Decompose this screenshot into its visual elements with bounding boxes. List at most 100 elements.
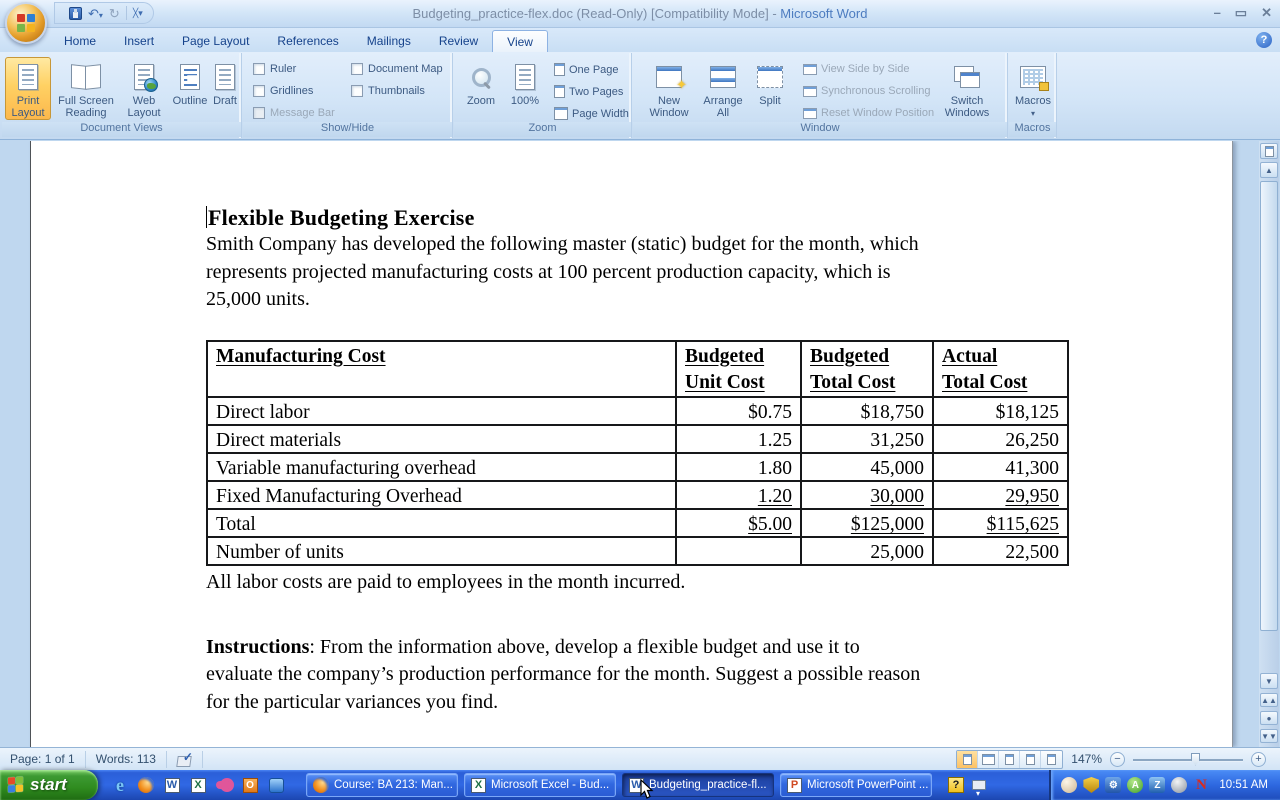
synchronous-scrolling-button: Synchronous Scrolling bbox=[803, 85, 930, 97]
vertical-scrollbar[interactable]: ▲ ▼ ▲▲ ● ▼▼ bbox=[1259, 141, 1279, 747]
scroll-down-button[interactable]: ▼ bbox=[1260, 673, 1278, 689]
print-layout-icon bbox=[18, 64, 38, 90]
group-label-window[interactable]: Window bbox=[633, 122, 1007, 137]
taskbar-button-firefox[interactable]: Course: BA 213: Man... bbox=[306, 773, 458, 797]
taskbar-button-powerpoint[interactable]: P Microsoft PowerPoint ... bbox=[780, 773, 932, 797]
printer-tray-icon[interactable] bbox=[972, 780, 986, 790]
next-page-button[interactable]: ▼▼ bbox=[1260, 729, 1278, 743]
tab-mailings[interactable]: Mailings bbox=[353, 30, 425, 52]
page-width-icon bbox=[554, 107, 568, 120]
one-page-button[interactable]: One Page bbox=[554, 63, 619, 76]
page-width-button[interactable]: Page Width bbox=[554, 107, 629, 120]
ruler-toggle-icon bbox=[1265, 146, 1274, 157]
draft-button[interactable]: Draft bbox=[208, 57, 242, 108]
tab-view[interactable]: View bbox=[492, 30, 548, 52]
tray-app-icon-2[interactable] bbox=[1171, 777, 1187, 793]
split-button[interactable]: Split bbox=[751, 57, 789, 108]
shield-icon[interactable] bbox=[1083, 777, 1099, 793]
status-full-screen-button[interactable] bbox=[978, 751, 999, 768]
proofing-status[interactable] bbox=[167, 751, 203, 768]
word-icon[interactable]: W bbox=[162, 775, 182, 795]
zoom-out-button[interactable]: − bbox=[1110, 752, 1125, 767]
office-button[interactable] bbox=[5, 2, 47, 44]
outlook-icon[interactable]: O bbox=[240, 775, 260, 795]
document-map-checkbox-icon bbox=[351, 63, 363, 75]
zoom-100-button[interactable]: 100% bbox=[504, 57, 546, 108]
antivirus-icon[interactable]: A bbox=[1127, 777, 1143, 793]
status-outline-button[interactable] bbox=[1020, 751, 1041, 768]
redo-icon[interactable]: ↻ bbox=[109, 7, 120, 20]
tab-page-layout[interactable]: Page Layout bbox=[168, 30, 263, 52]
zoom-level[interactable]: 147% bbox=[1071, 752, 1102, 766]
zoom-in-button[interactable]: + bbox=[1251, 752, 1266, 767]
scroll-up-button[interactable]: ▲ bbox=[1260, 162, 1278, 178]
previous-page-button[interactable]: ▲▲ bbox=[1260, 693, 1278, 707]
zoom-slider[interactable] bbox=[1133, 752, 1243, 767]
macros-button[interactable]: Macros ▾ bbox=[1011, 57, 1055, 121]
document-page[interactable]: Flexible Budgeting Exercise Smith Compan… bbox=[30, 141, 1233, 747]
save-icon[interactable] bbox=[69, 7, 82, 20]
arrange-all-button[interactable]: Arrange All bbox=[697, 57, 749, 120]
firefox-icon[interactable] bbox=[136, 775, 156, 795]
group-label-document-views[interactable]: Document Views bbox=[2, 122, 241, 137]
select-browse-object-button[interactable]: ● bbox=[1260, 711, 1278, 725]
quick-access-toolbar: ↶▾ ↻ ╳▾ bbox=[54, 2, 154, 24]
full-screen-reading-button[interactable]: Full Screen Reading bbox=[53, 57, 119, 120]
page-indicator[interactable]: Page: 1 of 1 bbox=[0, 751, 86, 768]
web-layout-icon bbox=[134, 64, 154, 90]
taskbar-button-word-active[interactable]: W Budgeting_practice-fl... bbox=[622, 773, 774, 797]
new-window-icon: ✦ bbox=[656, 66, 682, 88]
gridlines-checkbox[interactable]: Gridlines bbox=[253, 85, 313, 97]
ruler-toggle-button[interactable] bbox=[1260, 143, 1278, 159]
intro-line: Smith Company has developed the followin… bbox=[206, 231, 1232, 259]
excel-icon[interactable]: X bbox=[188, 775, 208, 795]
restore-button[interactable]: ▭ bbox=[1235, 4, 1247, 22]
messenger-icon[interactable] bbox=[266, 775, 286, 795]
print-layout-button[interactable]: Print Layout bbox=[5, 57, 51, 120]
group-label-show-hide[interactable]: Show/Hide bbox=[243, 122, 452, 137]
tab-insert[interactable]: Insert bbox=[110, 30, 168, 52]
table-row: Fixed Manufacturing Overhead 1.20 30,000… bbox=[207, 481, 1068, 509]
macros-dropdown-icon: ▾ bbox=[1031, 108, 1035, 120]
two-pages-icon bbox=[554, 85, 565, 98]
ie-icon[interactable]: e bbox=[110, 775, 130, 795]
zoom-slider-handle[interactable] bbox=[1191, 753, 1200, 766]
customize-qat-icon[interactable]: ╳▾ bbox=[133, 9, 143, 18]
novell-icon[interactable]: N bbox=[1193, 777, 1209, 793]
tab-references[interactable]: References bbox=[263, 30, 352, 52]
ribbon-tab-row: Home Insert Page Layout References Maili… bbox=[0, 28, 1280, 52]
status-web-layout-button[interactable] bbox=[999, 751, 1020, 768]
zoom-button[interactable]: Zoom bbox=[460, 57, 502, 108]
minimize-button[interactable]: – bbox=[1214, 4, 1221, 22]
word-count[interactable]: Words: 113 bbox=[86, 751, 167, 768]
group-label-macros[interactable]: Macros bbox=[1009, 122, 1056, 137]
two-pages-button[interactable]: Two Pages bbox=[554, 85, 623, 98]
new-window-button[interactable]: ✦ New Window bbox=[643, 57, 695, 120]
clock[interactable]: 10:51 AM bbox=[1219, 779, 1268, 791]
key-icon[interactable] bbox=[214, 775, 234, 795]
taskbar-button-excel[interactable]: X Microsoft Excel - Bud... bbox=[464, 773, 616, 797]
status-draft-button[interactable] bbox=[1041, 751, 1062, 768]
start-button[interactable]: start bbox=[0, 770, 98, 800]
web-layout-button[interactable]: Web Layout bbox=[121, 57, 167, 120]
help-tray-icon[interactable]: ? bbox=[948, 777, 964, 793]
tray-app-icon-1[interactable] bbox=[1061, 777, 1077, 793]
tools-tray-icon[interactable]: ⚙ bbox=[1105, 777, 1121, 793]
table-row: Direct materials 1.25 31,250 26,250 bbox=[207, 425, 1068, 453]
close-button[interactable]: ✕ bbox=[1261, 4, 1272, 22]
z-app-icon[interactable]: Z bbox=[1149, 777, 1165, 793]
ruler-checkbox-icon bbox=[253, 63, 265, 75]
group-label-zoom[interactable]: Zoom bbox=[454, 122, 631, 137]
tab-review[interactable]: Review bbox=[425, 30, 492, 52]
scrollbar-thumb[interactable] bbox=[1260, 181, 1278, 631]
undo-icon[interactable]: ↶▾ bbox=[88, 7, 103, 20]
outline-button[interactable]: Outline bbox=[169, 57, 211, 108]
tab-home[interactable]: Home bbox=[50, 30, 110, 52]
help-icon[interactable]: ? bbox=[1256, 32, 1272, 48]
message-bar-checkbox: Message Bar bbox=[253, 107, 335, 119]
status-print-layout-button[interactable] bbox=[957, 751, 978, 768]
document-map-checkbox[interactable]: Document Map bbox=[351, 63, 443, 75]
ruler-checkbox[interactable]: Ruler bbox=[253, 63, 296, 75]
thumbnails-checkbox[interactable]: Thumbnails bbox=[351, 85, 425, 97]
table-row: Direct labor $0.75 $18,750 $18,125 bbox=[207, 397, 1068, 425]
